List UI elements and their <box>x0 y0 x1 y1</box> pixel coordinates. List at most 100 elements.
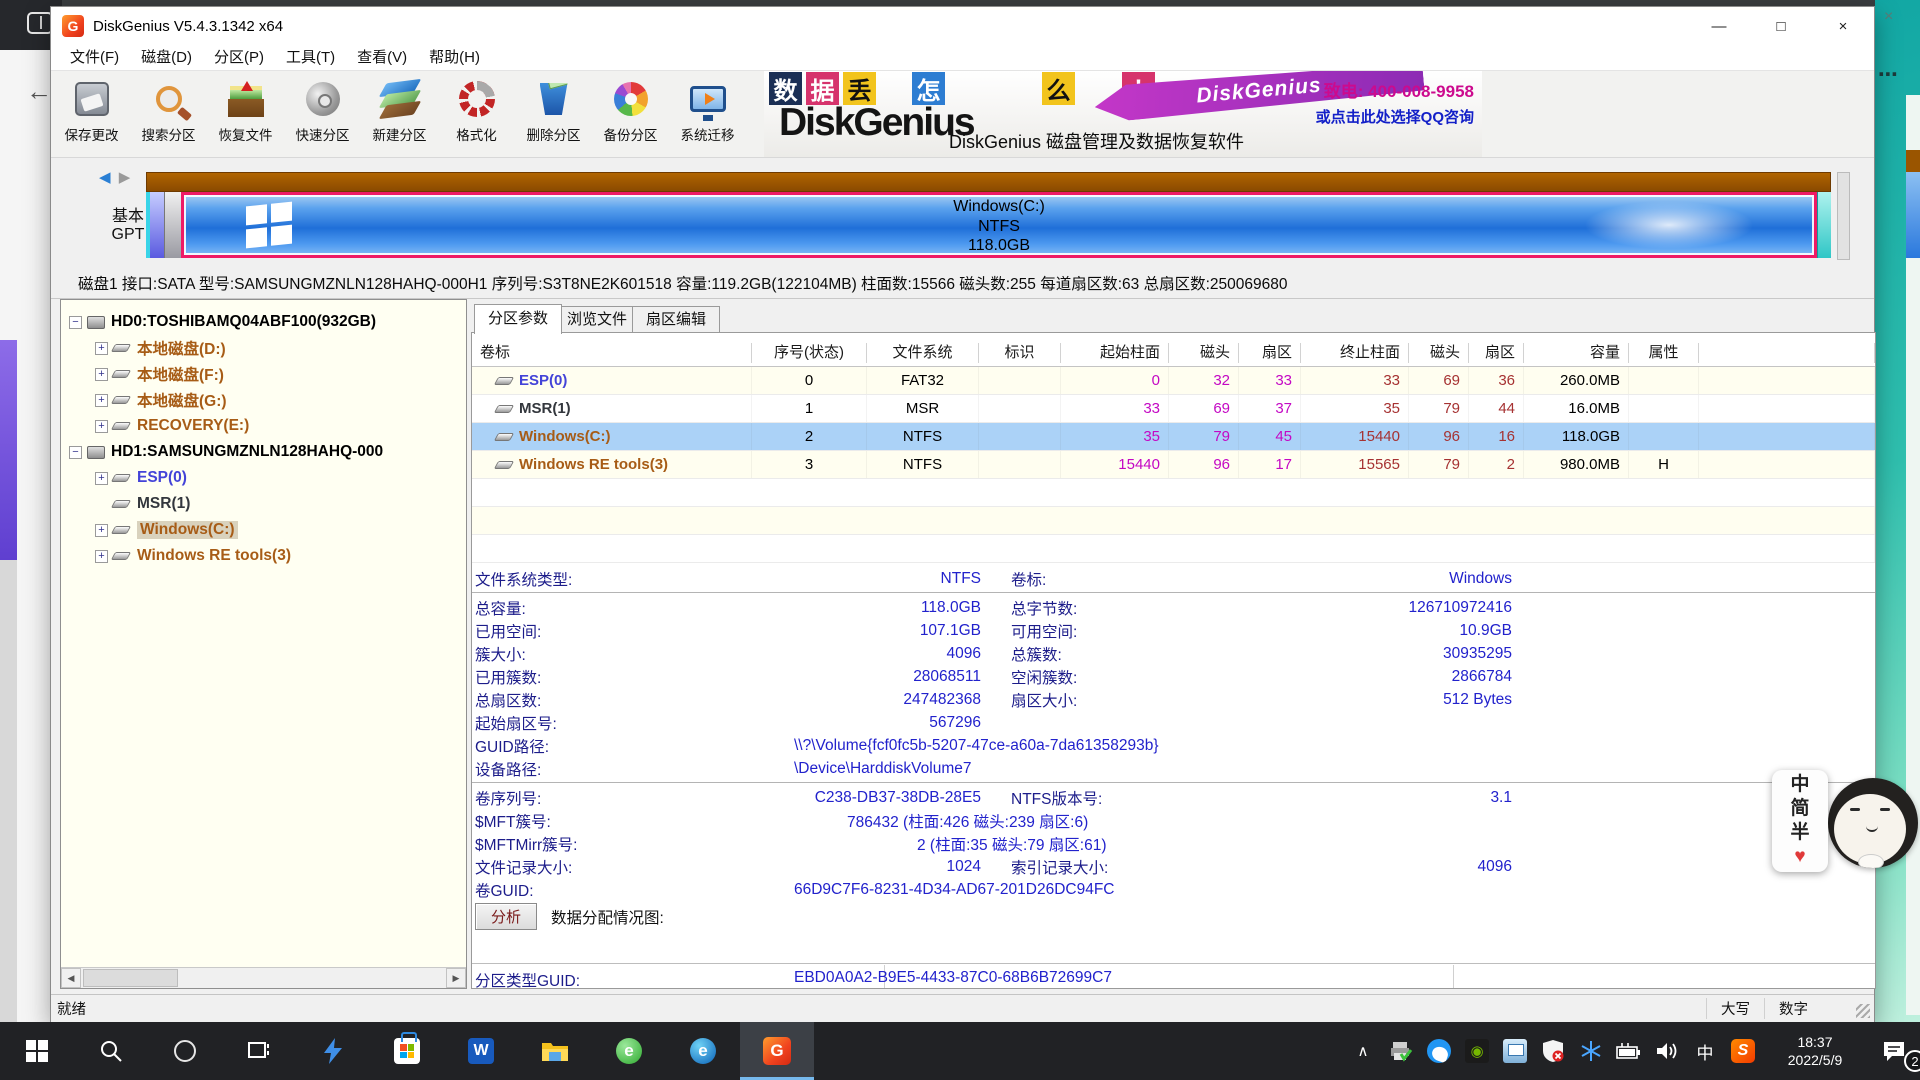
save-changes-button[interactable]: 保存更改 <box>53 73 130 157</box>
tab-partition-params[interactable]: 分区参数 <box>474 304 562 334</box>
backup-partition-button[interactable]: 备份分区 <box>592 73 669 157</box>
expand-icon[interactable]: + <box>95 550 108 563</box>
tree-item-msr[interactable]: MSR(1) <box>61 491 466 517</box>
ad-contact: 致电: 400-008-9958 或点击此处选择QQ咨询 <box>1316 77 1474 127</box>
pinned-app-word[interactable]: W <box>444 1022 518 1080</box>
tray-nvidia-icon[interactable]: ◉ <box>1458 1022 1496 1080</box>
tree-item-windows-re-tools[interactable]: + Windows RE tools(3) <box>61 543 466 569</box>
partition-icon <box>111 474 131 482</box>
start-button[interactable] <box>0 1022 74 1080</box>
menu-help[interactable]: 帮助(H) <box>418 46 491 70</box>
expand-icon[interactable]: + <box>95 394 108 407</box>
tab-browse-files[interactable]: 浏览文件 <box>553 306 641 333</box>
save-icon <box>70 77 114 121</box>
scroll-left-icon[interactable]: ◀ <box>61 968 81 988</box>
table-row-msr[interactable]: MSR(1) 1 MSR 33 69 37 35 79 44 16.0MB <box>472 395 1875 423</box>
tree-item-local-d[interactable]: + 本地磁盘(D:) <box>61 335 466 361</box>
taskbar-diskgenius-active[interactable]: G <box>740 1022 814 1080</box>
partition-block-esp[interactable] <box>146 192 164 258</box>
partition-block-windows-selected[interactable]: Windows(C:) NTFS 118.0GB <box>181 192 1817 258</box>
tree-item-recovery-e[interactable]: + RECOVERY(E:) <box>61 413 466 439</box>
table-header: 卷标 序号(状态) 文件系统 标识 起始柱面 磁头 扇区 终止柱面 磁头 扇区 … <box>472 339 1875 367</box>
disk-bar-scroll[interactable] <box>1837 172 1850 260</box>
table-row-esp[interactable]: ESP(0) 0 FAT32 0 32 33 33 69 36 260.0MB <box>472 367 1875 395</box>
detail-row: 起始扇区号:567296 <box>472 711 1875 734</box>
ad-qq-link[interactable]: 或点击此处选择QQ咨询 <box>1316 106 1474 127</box>
tree-horizontal-scrollbar[interactable]: ◀ ▶ <box>61 967 466 988</box>
desktop: ← ⋯ × G DiskGenius V5.4.3.1342 x64 — □ ×… <box>0 0 1920 1080</box>
background-close-icon[interactable]: × <box>1884 8 1893 26</box>
format-button[interactable]: 格式化 <box>438 73 515 157</box>
disk-bar-header[interactable] <box>146 172 1831 192</box>
tray-tim-icon[interactable] <box>1420 1022 1458 1080</box>
expand-icon[interactable]: + <box>95 368 108 381</box>
pinned-app-explorer[interactable] <box>518 1022 592 1080</box>
task-view-button[interactable] <box>222 1022 296 1080</box>
tree-item-esp[interactable]: + ESP(0) <box>61 465 466 491</box>
tray-printer-icon[interactable] <box>1382 1022 1420 1080</box>
expand-icon[interactable]: + <box>95 420 108 433</box>
tree-item-hd1[interactable]: − HD1:SAMSUNGMZNLN128HAHQ-000 <box>61 439 466 465</box>
search-icon <box>147 77 191 121</box>
collapse-icon[interactable]: − <box>69 316 82 329</box>
next-disk-icon[interactable]: ▶ <box>119 169 131 186</box>
minimize-button[interactable]: — <box>1688 7 1750 45</box>
partition-block-re-tools[interactable] <box>1817 192 1831 258</box>
menu-partition[interactable]: 分区(P) <box>203 46 275 70</box>
menu-view[interactable]: 查看(V) <box>346 46 418 70</box>
expand-icon[interactable]: + <box>95 524 108 537</box>
table-row-windows-re[interactable]: Windows RE tools(3) 3 NTFS 15440 96 17 1… <box>472 451 1875 479</box>
collapse-icon[interactable]: − <box>69 446 82 459</box>
pinned-app-flash[interactable] <box>296 1022 370 1080</box>
tree-item-local-g[interactable]: + 本地磁盘(G:) <box>61 387 466 413</box>
menu-file[interactable]: 文件(F) <box>59 46 130 70</box>
scrollbar-thumb[interactable] <box>83 969 178 987</box>
clock-date: 2022/5/9 <box>1762 1051 1868 1069</box>
expand-icon[interactable]: + <box>95 472 108 485</box>
ad-banner[interactable]: 数 据 丢 怎 么 ! DiskGenius DiskGenius 致电: 40… <box>764 71 1482 157</box>
analyze-button[interactable]: 分析 <box>475 903 537 930</box>
prev-disk-icon[interactable]: ◀ <box>99 169 111 186</box>
cortana-button[interactable] <box>148 1022 222 1080</box>
pinned-app-edge[interactable]: e <box>666 1022 740 1080</box>
tree-item-windows-c-selected[interactable]: + Windows(C:) <box>61 517 466 543</box>
menu-disk[interactable]: 磁盘(D) <box>130 46 203 70</box>
taskbar-clock[interactable]: 18:37 2022/5/9 <box>1762 1033 1868 1069</box>
tray-security-shield-icon[interactable] <box>1534 1022 1572 1080</box>
tab-sector-edit[interactable]: 扇区编辑 <box>632 306 720 333</box>
taskbar-search-button[interactable] <box>74 1022 148 1080</box>
system-migration-button[interactable]: 系统迁移 <box>669 73 746 157</box>
detail-row-mft: $MFT簇号:786432 (柱面:426 磁头:239 扇区:6) <box>472 809 1875 832</box>
volume-details: 文件系统类型:NTFS 卷标:Windows 总容量:118.0GB 总字节数:… <box>472 567 1875 901</box>
tray-battery-icon[interactable] <box>1610 1022 1648 1080</box>
menu-tools[interactable]: 工具(T) <box>275 46 346 70</box>
tray-snowflake-icon[interactable] <box>1572 1022 1610 1080</box>
more-dots-icon[interactable]: ⋯ <box>1878 62 1898 87</box>
table-row-windows-selected[interactable]: Windows(C:) 2 NTFS 35 79 45 15440 96 16 … <box>472 423 1875 451</box>
maximize-button[interactable]: □ <box>1750 7 1812 45</box>
resize-grip-icon[interactable] <box>1856 1004 1870 1018</box>
search-partition-button[interactable]: 搜索分区 <box>130 73 207 157</box>
new-partition-button[interactable]: 新建分区 <box>361 73 438 157</box>
quick-partition-button[interactable]: 快速分区 <box>284 73 361 157</box>
tray-ime-indicator[interactable]: 中 <box>1686 1022 1724 1080</box>
pinned-app-ie[interactable]: e <box>592 1022 666 1080</box>
recover-files-button[interactable]: 恢复文件 <box>207 73 284 157</box>
tree-item-local-f[interactable]: + 本地磁盘(F:) <box>61 361 466 387</box>
tray-sogou-icon[interactable]: S <box>1724 1022 1762 1080</box>
close-button[interactable]: × <box>1812 7 1874 45</box>
tray-volume-icon[interactable] <box>1648 1022 1686 1080</box>
scroll-right-icon[interactable]: ▶ <box>446 968 466 988</box>
back-arrow-icon[interactable]: ← <box>26 76 52 107</box>
tray-chevron-up-icon[interactable]: ∧ <box>1344 1022 1382 1080</box>
disk-info-bar: 磁盘1 接口:SATA 型号:SAMSUNGMZNLN128HAHQ-000H1… <box>51 267 1874 299</box>
ime-status-badge[interactable]: 中 简 半 ♥ <box>1772 770 1828 872</box>
tray-intel-graphics-icon[interactable] <box>1496 1022 1534 1080</box>
delete-partition-button[interactable]: 删除分区 <box>515 73 592 157</box>
expand-icon[interactable]: + <box>95 342 108 355</box>
partition-block-msr[interactable] <box>164 192 181 258</box>
tree-item-hd0[interactable]: − HD0:TOSHIBAMQ04ABF100(932GB) <box>61 309 466 335</box>
detail-row: 文件系统类型:NTFS 卷标:Windows <box>472 567 1875 590</box>
action-center-button[interactable]: 2 <box>1868 1022 1920 1080</box>
pinned-app-store[interactable] <box>370 1022 444 1080</box>
